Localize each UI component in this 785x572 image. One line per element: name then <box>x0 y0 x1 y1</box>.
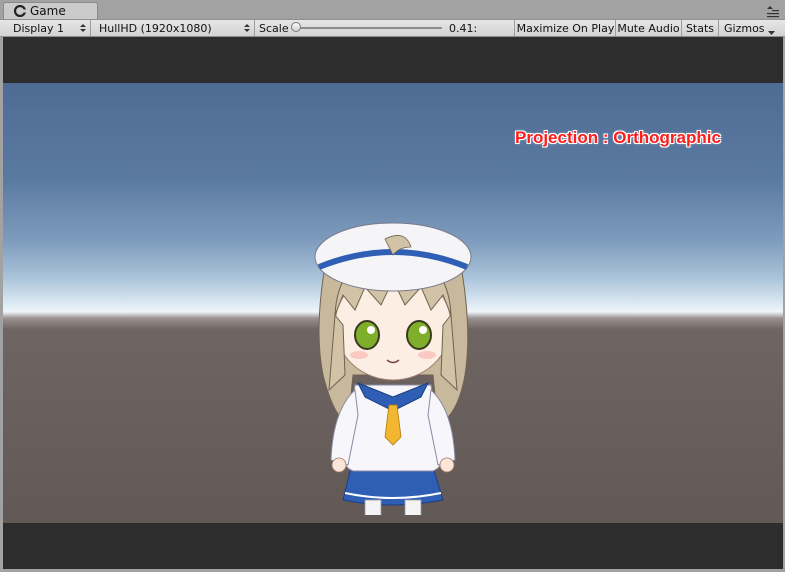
maximize-on-play-button[interactable]: Maximize On Play <box>516 20 616 36</box>
tab-game[interactable]: Game <box>3 2 98 19</box>
chibi-character <box>314 222 472 515</box>
resolution-dropdown-label: HullHD (1920x1080) <box>99 21 212 35</box>
gizmos-label: Gizmos <box>724 21 765 35</box>
display-dropdown[interactable]: Display 1 <box>5 20 91 36</box>
gizmos-button[interactable]: Gizmos <box>719 20 779 36</box>
chevron-down-icon[interactable] <box>768 26 775 35</box>
scale-value: 0.41: <box>449 22 478 35</box>
mute-audio-button[interactable]: Mute Audio <box>616 20 682 36</box>
scale-label: Scale <box>259 21 289 35</box>
unity-logo-icon <box>13 5 26 18</box>
resolution-dropdown[interactable]: HullHD (1920x1080) <box>92 20 255 36</box>
dropdown-arrows-icon <box>80 23 86 33</box>
scale-control: Scale 0.41: <box>256 20 515 36</box>
panel-menu-icon[interactable] <box>767 3 779 18</box>
projection-label: Projection : Orthographic <box>515 128 721 147</box>
stats-button[interactable]: Stats <box>682 20 719 36</box>
tab-game-label: Game <box>30 4 66 18</box>
game-toolbar: Display 1 HullHD (1920x1080) Scale 0.41:… <box>0 19 785 37</box>
game-viewport[interactable]: Projection : Orthographic <box>3 37 783 569</box>
scale-slider-thumb[interactable] <box>291 22 301 32</box>
scale-slider-track[interactable] <box>294 27 442 29</box>
scene-render: Projection : Orthographic <box>3 83 783 523</box>
tab-strip: Game <box>0 0 785 19</box>
dropdown-arrows-icon <box>244 23 250 33</box>
display-dropdown-label: Display 1 <box>13 21 65 35</box>
